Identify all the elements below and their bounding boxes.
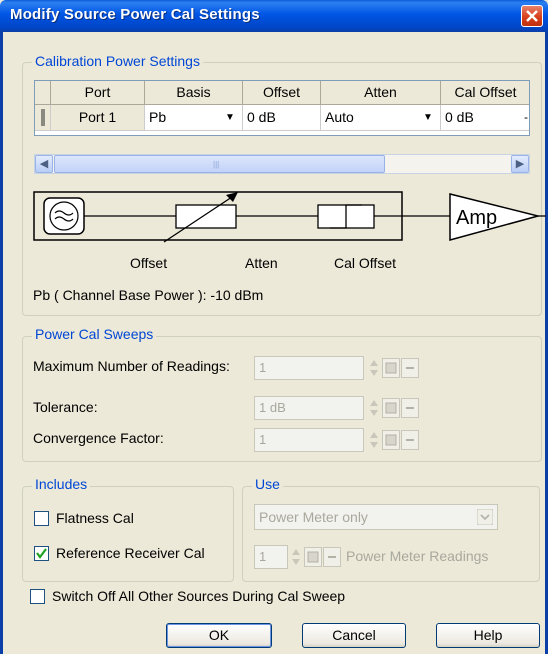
scroll-thumb[interactable]: ||| xyxy=(54,155,385,173)
scroll-right-button[interactable]: ▶ xyxy=(511,155,529,173)
dash-icon xyxy=(406,439,414,441)
ok-button[interactable]: OK xyxy=(166,623,272,648)
power-meter-readings-input[interactable]: 1 xyxy=(254,545,288,569)
max-readings-dash-button[interactable] xyxy=(401,358,419,378)
grip-icon: ||| xyxy=(213,160,220,169)
signal-path-diagram: Amp Offset Atten Cal Offset xyxy=(33,191,546,271)
dash-icon xyxy=(328,556,336,558)
basis-dropdown[interactable]: Pb ▼ xyxy=(145,105,243,131)
switch-off-sources-label[interactable]: Switch Off All Other Sources During Cal … xyxy=(52,588,345,604)
basis-value: Pb xyxy=(149,109,167,125)
close-icon xyxy=(526,10,538,22)
reference-receiver-cal-label[interactable]: Reference Receiver Cal xyxy=(56,545,205,561)
readings-keypad-button[interactable] xyxy=(304,547,322,567)
calibration-grid[interactable]: Port Basis Offset Atten Cal Offset Port … xyxy=(34,80,530,136)
tolerance-input[interactable]: 1 dB xyxy=(254,396,364,420)
scroll-left-button[interactable]: ◀ xyxy=(35,155,53,173)
includes-group xyxy=(22,486,234,582)
switch-off-sources-checkbox[interactable] xyxy=(30,589,45,604)
keypad-icon xyxy=(307,551,319,563)
column-header-atten[interactable]: Atten xyxy=(321,81,441,105)
cancel-button[interactable]: Cancel xyxy=(302,623,406,648)
atten-label: Atten xyxy=(245,255,278,271)
reference-receiver-cal-checkbox[interactable] xyxy=(34,546,49,561)
convergence-spinner-icon[interactable] xyxy=(368,429,380,451)
includes-legend: Includes xyxy=(32,476,91,492)
column-header-port[interactable]: Port xyxy=(51,81,145,105)
window-frame-left xyxy=(0,32,3,654)
chevron-down-icon[interactable]: ▼ xyxy=(223,105,237,130)
power-meter-readings-label: Power Meter Readings xyxy=(346,548,489,564)
convergence-dash-button[interactable] xyxy=(401,430,419,450)
keypad-icon xyxy=(385,362,397,374)
window-title: Modify Source Power Cal Settings xyxy=(10,6,260,23)
tolerance-spinner-icon[interactable] xyxy=(368,397,380,419)
close-button[interactable] xyxy=(521,5,543,27)
max-readings-input[interactable]: 1 xyxy=(254,356,364,380)
grid-horizontal-scrollbar[interactable]: ◀ ||| ▶ xyxy=(34,154,530,174)
atten-dropdown[interactable]: Auto ▼ xyxy=(321,105,441,131)
atten-value: Auto xyxy=(325,109,354,125)
chevron-down-icon[interactable]: ▼ xyxy=(421,105,435,130)
cal-offset-value: 0 dB xyxy=(445,109,474,125)
convergence-input[interactable]: 1 xyxy=(254,428,364,452)
tolerance-dash-button[interactable] xyxy=(401,398,419,418)
keypad-icon xyxy=(385,402,397,414)
dash-icon xyxy=(406,407,414,409)
use-legend: Use xyxy=(252,476,283,492)
chevron-down-icon[interactable] xyxy=(477,509,493,525)
cal-offset-label: Cal Offset xyxy=(334,255,396,271)
readings-dash-button[interactable] xyxy=(323,547,341,567)
checkmark-icon xyxy=(36,548,47,559)
row-header-corner xyxy=(35,81,51,105)
dash-icon xyxy=(406,367,414,369)
column-header-basis[interactable]: Basis xyxy=(145,81,243,105)
base-power-text: Pb ( Channel Base Power ): -10 dBm xyxy=(33,287,264,303)
use-dropdown[interactable]: Power Meter only xyxy=(254,504,498,530)
tolerance-keypad-button[interactable] xyxy=(382,398,400,418)
readings-spinner-icon[interactable] xyxy=(290,546,302,568)
max-readings-label: Maximum Number of Readings: xyxy=(33,358,230,374)
column-header-offset[interactable]: Offset xyxy=(243,81,321,105)
keypad-icon xyxy=(385,434,397,446)
use-selected-value: Power Meter only xyxy=(259,509,368,525)
row-selector[interactable] xyxy=(35,105,51,131)
cell-port: Port 1 xyxy=(51,105,145,131)
chevron-down-icon[interactable]: - xyxy=(519,105,529,130)
convergence-label: Convergence Factor: xyxy=(33,430,164,446)
flatness-cal-checkbox[interactable] xyxy=(34,511,49,526)
max-readings-spinner-icon[interactable] xyxy=(368,357,380,379)
max-readings-keypad-button[interactable] xyxy=(382,358,400,378)
offset-label: Offset xyxy=(130,255,167,271)
attenuator-box xyxy=(175,204,237,229)
tolerance-label: Tolerance: xyxy=(33,399,98,415)
cal-offset-cell[interactable]: 0 dB - xyxy=(441,105,529,131)
power-cal-sweeps-legend: Power Cal Sweeps xyxy=(32,326,157,342)
flatness-cal-label[interactable]: Flatness Cal xyxy=(56,510,134,526)
amp-label: Amp xyxy=(456,207,497,229)
convergence-keypad-button[interactable] xyxy=(382,430,400,450)
column-header-cal-offset[interactable]: Cal Offset xyxy=(441,81,529,105)
help-button[interactable]: Help xyxy=(436,623,540,648)
offset-cell[interactable]: 0 dB xyxy=(243,105,321,131)
calibration-power-settings-legend: Calibration Power Settings xyxy=(32,53,203,69)
